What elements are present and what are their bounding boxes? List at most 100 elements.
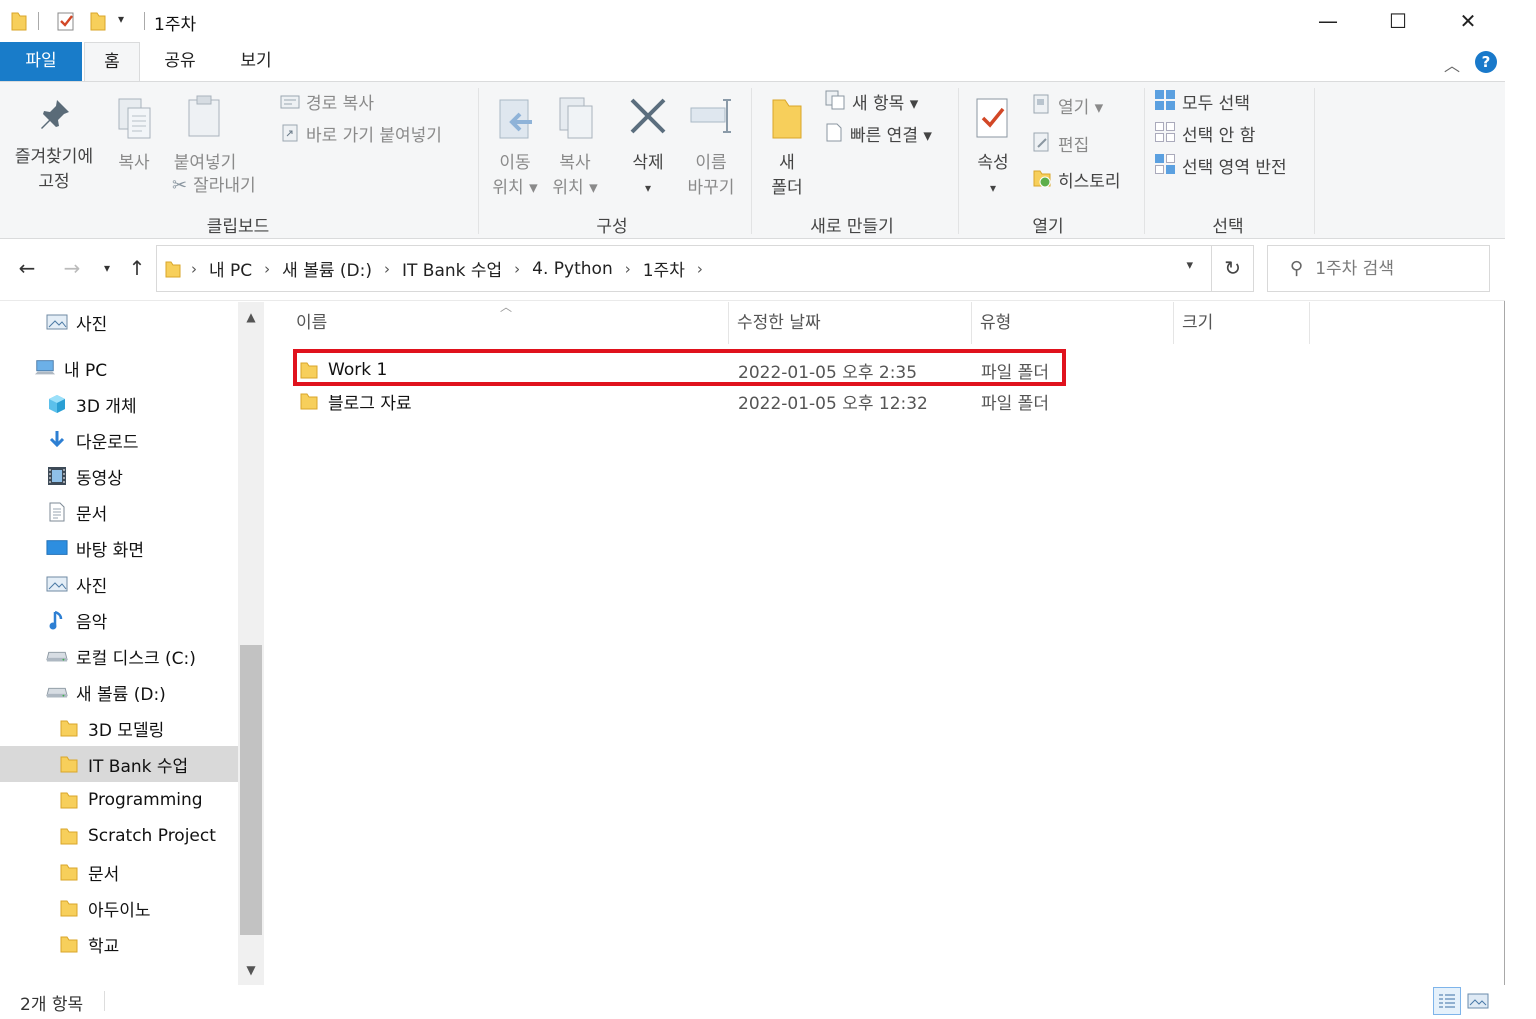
breadcrumb-item[interactable]: 1주차 — [637, 256, 691, 281]
open-button[interactable]: 열기 ▾ — [1032, 94, 1103, 122]
nav-item[interactable]: 문서 — [0, 854, 238, 890]
breadcrumb-item[interactable]: 새 볼륨 (D:) — [276, 256, 378, 281]
breadcrumb-item[interactable]: IT Bank 수업 — [396, 256, 508, 281]
tab-home[interactable]: 홈 — [84, 42, 140, 81]
breadcrumb-separator-icon[interactable]: › — [185, 260, 203, 278]
pictures-icon — [46, 312, 68, 332]
select-all-button[interactable]: 모두 선택 — [1154, 89, 1250, 118]
new-folder-icon[interactable] — [89, 10, 107, 32]
nav-item[interactable]: 사진 — [0, 304, 238, 340]
delete-dropdown-chevron-icon[interactable]: ▾ — [620, 176, 676, 201]
edit-button[interactable]: 편집 — [1032, 132, 1089, 160]
file-row[interactable]: 블로그 자료 2022-01-05 오후 12:32 파일 폴더 — [292, 385, 1308, 417]
new-folder-button[interactable]: 새 폴더 — [760, 88, 814, 200]
separator — [1211, 246, 1212, 291]
breadcrumb-item[interactable]: 4. Python — [526, 259, 619, 279]
breadcrumb-separator-icon[interactable]: › — [691, 260, 709, 278]
column-header-size[interactable]: 크기 — [1174, 302, 1310, 344]
tab-file[interactable]: 파일 — [0, 42, 82, 81]
close-button[interactable]: ✕ — [1433, 0, 1503, 42]
nav-item[interactable]: 바탕 화면 — [0, 530, 238, 566]
nav-item[interactable]: 다운로드 — [0, 422, 238, 458]
rename-button[interactable]: 이름 바꾸기 — [680, 88, 742, 200]
paste-button[interactable]: 붙여넣기 — [164, 88, 246, 178]
nav-item[interactable]: 사진 — [0, 566, 238, 602]
music-icon — [46, 610, 68, 630]
nav-item[interactable]: 동영상 — [0, 458, 238, 494]
move-to-button[interactable]: 이동 위치 ▾ — [486, 88, 544, 200]
cut-button[interactable]: ✂ 잘라내기 — [172, 172, 256, 200]
folder-icon — [58, 790, 80, 810]
tab-view[interactable]: 보기 — [226, 42, 286, 81]
breadcrumb-separator-icon[interactable]: › — [619, 260, 637, 278]
up-arrow-icon[interactable]: ↑ — [122, 253, 152, 283]
scroll-down-chevron-icon[interactable]: ▼ — [240, 959, 262, 981]
nav-item[interactable]: 아두이노 — [0, 890, 238, 926]
nav-item[interactable]: 내 PC — [0, 350, 238, 386]
nav-item-label: 3D 모델링 — [88, 720, 165, 741]
breadcrumb-separator-icon[interactable]: › — [508, 260, 526, 278]
properties-icon — [974, 96, 1012, 144]
properties-button[interactable]: 속성 ▾ — [966, 88, 1020, 200]
new-item-button[interactable]: 새 항목 ▾ — [824, 90, 918, 118]
history-button[interactable]: 히스토리 — [1032, 168, 1121, 196]
delete-button[interactable]: 삭제 ▾ — [620, 88, 676, 200]
nav-item[interactable]: 학교 — [0, 926, 238, 962]
pin-to-quick-access-button[interactable]: 즐겨찾기에 고정 — [4, 88, 104, 206]
refresh-icon[interactable]: ↻ — [1224, 256, 1241, 280]
address-history-chevron-icon[interactable]: ▾ — [1186, 258, 1193, 273]
easy-access-label: 빠른 연결 ▾ — [850, 126, 932, 146]
easy-access-button[interactable]: 빠른 연결 ▾ — [824, 122, 932, 150]
scroll-up-chevron-icon[interactable]: ▲ — [240, 306, 262, 328]
nav-item[interactable]: Scratch Project — [0, 818, 238, 854]
address-bar[interactable]: › 내 PC › 새 볼륨 (D:) › IT Bank 수업 › 4. Pyt… — [156, 245, 1254, 292]
nav-item[interactable]: 3D 모델링 — [0, 710, 238, 746]
recent-locations-chevron-icon[interactable]: ▾ — [92, 253, 122, 283]
rename-label-line1: 이름 — [695, 153, 727, 173]
copy-button[interactable]: 복사 — [108, 88, 160, 178]
column-header-name[interactable]: 이름 — [288, 302, 729, 344]
copy-to-button[interactable]: 복사 위치 ▾ — [546, 88, 604, 200]
invert-selection-button[interactable]: 선택 영역 반전 — [1154, 153, 1287, 182]
nav-item[interactable]: 새 볼륨 (D:) — [0, 674, 238, 710]
back-arrow-icon[interactable]: ← — [12, 253, 42, 283]
properties-dropdown-chevron-icon[interactable]: ▾ — [966, 176, 1020, 201]
nav-scrollbar-thumb[interactable] — [240, 645, 262, 935]
column-header-type[interactable]: 유형 — [972, 302, 1174, 344]
tab-share[interactable]: 공유 — [150, 42, 210, 81]
minimize-button[interactable]: — — [1293, 0, 1363, 42]
file-row[interactable]: Work 1 2022-01-05 오후 2:35 파일 폴더 — [292, 354, 1308, 386]
properties-check-icon[interactable] — [55, 10, 77, 32]
forward-arrow-icon[interactable]: → — [57, 253, 87, 283]
nav-item[interactable]: 음악 — [0, 602, 238, 638]
navigation-pane: 사진 내 PC 3D 개체 다운로드 동영상 문서 바탕 화면 사진 음악 로컬 디스크 (C:)… — [0, 302, 264, 985]
select-none-button[interactable]: 선택 안 함 — [1154, 121, 1256, 150]
maximize-button[interactable]: ☐ — [1363, 0, 1433, 42]
select-none-label: 선택 안 함 — [1182, 126, 1256, 146]
invert-selection-label: 선택 영역 반전 — [1182, 158, 1287, 178]
separator — [144, 12, 145, 30]
breadcrumb-separator-icon[interactable]: › — [378, 260, 396, 278]
details-view-icon[interactable] — [1433, 987, 1461, 1015]
large-icons-view-icon[interactable] — [1464, 987, 1492, 1015]
help-icon[interactable]: ? — [1475, 51, 1497, 73]
column-header-modified[interactable]: 수정한 날짜 — [729, 302, 972, 344]
nav-item[interactable]: 로컬 디스크 (C:) — [0, 638, 238, 674]
pin-label-line1: 즐겨찾기에 — [14, 147, 94, 167]
copy-label: 복사 — [118, 153, 150, 173]
breadcrumb-separator-icon[interactable]: › — [258, 260, 276, 278]
nav-item[interactable]: 3D 개체 — [0, 386, 238, 422]
search-box[interactable]: ⚲ — [1267, 245, 1490, 292]
file-modified: 2022-01-05 오후 2:35 — [738, 362, 918, 383]
customize-toolbar-chevron-icon[interactable]: ▾ — [118, 12, 124, 34]
paste-shortcut-button[interactable]: 바로 가기 붙여넣기 — [280, 122, 442, 150]
nav-item[interactable]: 문서 — [0, 494, 238, 530]
breadcrumb-item[interactable]: 내 PC — [203, 256, 258, 281]
search-input[interactable] — [1315, 258, 1476, 279]
nav-item[interactable]: IT Bank 수업 — [0, 746, 238, 782]
copy-path-button[interactable]: 경로 복사 — [280, 90, 374, 118]
nav-item[interactable]: Programming — [0, 782, 238, 818]
separator — [104, 991, 105, 1011]
collapse-ribbon-chevron-icon[interactable]: ︿ — [1444, 52, 1460, 76]
window-title: 1주차 — [154, 15, 197, 35]
